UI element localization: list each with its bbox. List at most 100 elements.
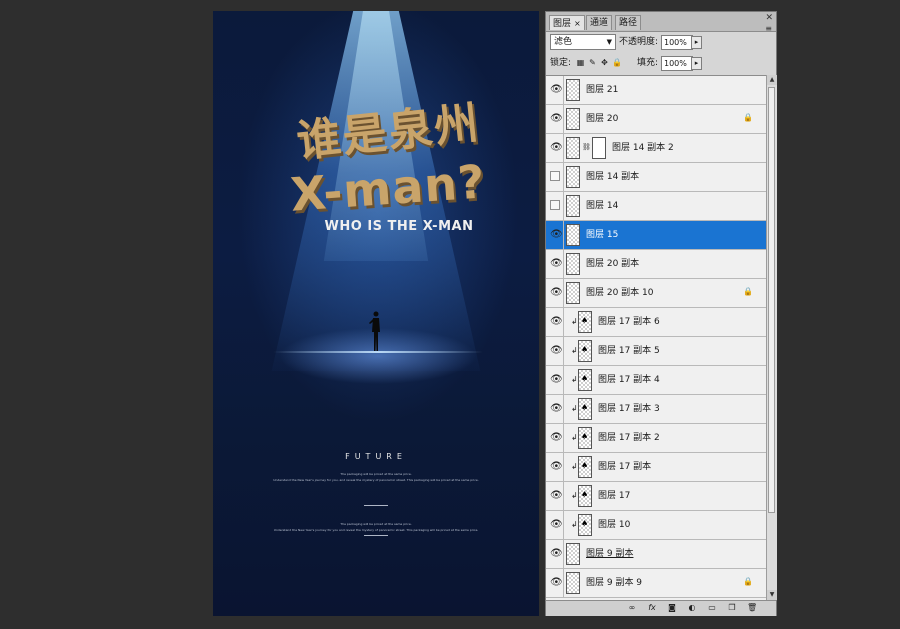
scroll-up-icon[interactable]: ▲ xyxy=(767,75,777,85)
visibility-toggle[interactable]: 👁 xyxy=(548,569,564,597)
tab-channels[interactable]: 通道 xyxy=(586,15,613,30)
visibility-toggle[interactable]: 👁 xyxy=(548,482,564,510)
layer-thumbnail[interactable]: ♠ xyxy=(578,427,592,449)
layer-row[interactable]: 图层 14 xyxy=(546,192,766,221)
layer-thumbnail[interactable]: ♠ xyxy=(578,485,592,507)
layer-row[interactable]: 👁 ↲ ♠ 图层 17 xyxy=(546,482,766,511)
layer-row[interactable]: 👁 图层 20 🔒 xyxy=(546,105,766,134)
layer-thumbnail[interactable] xyxy=(566,572,580,594)
layer-row[interactable]: 👁 图层 20 副本 xyxy=(546,250,766,279)
layer-thumbnail[interactable] xyxy=(566,543,580,565)
scrollbar-thumb[interactable] xyxy=(768,87,775,513)
layer-name[interactable]: 图层 20 xyxy=(586,113,618,125)
visibility-toggle[interactable] xyxy=(548,192,564,220)
layer-thumbnail[interactable]: ♠ xyxy=(578,398,592,420)
layer-name[interactable]: 图层 21 xyxy=(586,84,618,96)
scroll-down-icon[interactable]: ▼ xyxy=(767,590,777,600)
fx-icon[interactable]: fx xyxy=(647,603,657,613)
mask-link-icon[interactable]: ⛓ xyxy=(582,143,591,151)
layer-name[interactable]: 图层 17 副本 3 xyxy=(598,403,660,415)
layer-name[interactable]: 图层 17 副本 6 xyxy=(598,316,660,328)
adjustment-icon[interactable]: ◐ xyxy=(687,603,697,613)
layer-thumbnail[interactable] xyxy=(566,253,580,275)
layer-mask-thumbnail[interactable] xyxy=(592,137,606,159)
lock-position-icon[interactable]: ✥ xyxy=(600,58,609,67)
visibility-toggle[interactable]: 👁 xyxy=(548,453,564,481)
visibility-toggle[interactable]: 👁 xyxy=(548,424,564,452)
layer-name[interactable]: 图层 17 副本 4 xyxy=(598,374,660,386)
lock-pixels-icon[interactable]: ✎ xyxy=(588,58,597,67)
visibility-toggle[interactable] xyxy=(548,163,564,191)
tab-paths[interactable]: 路径 xyxy=(615,15,642,30)
layer-thumbnail[interactable]: ♠ xyxy=(578,340,592,362)
layer-thumbnail[interactable] xyxy=(566,224,580,246)
fill-slider-button[interactable]: ▸ xyxy=(691,57,702,70)
layer-thumbnail[interactable]: ♠ xyxy=(578,369,592,391)
layer-name[interactable]: 图层 10 xyxy=(598,519,630,531)
lock-transparent-icon[interactable]: ▦ xyxy=(576,58,585,67)
layer-thumbnail[interactable]: ♠ xyxy=(578,514,592,536)
layer-name[interactable]: 图层 20 副本 xyxy=(586,258,639,270)
visibility-toggle[interactable]: 👁 xyxy=(548,366,564,394)
layer-name[interactable]: 图层 9 副本 9 xyxy=(586,577,642,589)
layer-thumbnail[interactable] xyxy=(566,79,580,101)
layer-row[interactable]: 👁 图层 9 副本 xyxy=(546,540,766,569)
link-icon[interactable]: ∞ xyxy=(627,603,637,613)
visibility-toggle[interactable]: 👁 xyxy=(548,511,564,539)
new-layer-icon[interactable]: ❐ xyxy=(727,603,737,613)
layer-row[interactable]: 👁 ↲ ♠ 图层 17 副本 2 xyxy=(546,424,766,453)
layer-thumbnail[interactable]: ♠ xyxy=(578,311,592,333)
visibility-toggle[interactable]: 👁 xyxy=(548,134,564,162)
layer-name[interactable]: 图层 15 xyxy=(586,229,618,241)
layer-row[interactable]: 👁 ↲ ♠ 图层 17 副本 xyxy=(546,453,766,482)
trash-icon[interactable]: 🗑 xyxy=(747,603,757,613)
layer-thumbnail[interactable] xyxy=(566,137,580,159)
mask-icon[interactable]: ◙ xyxy=(667,603,677,613)
layer-name[interactable]: 图层 17 副本 5 xyxy=(598,345,660,357)
tab-close-icon[interactable]: × xyxy=(574,19,581,28)
layer-row[interactable]: 👁 ↲ ♠ 图层 17 副本 3 xyxy=(546,395,766,424)
opacity-slider-button[interactable]: ▸ xyxy=(691,36,702,49)
layer-name[interactable]: 图层 17 副本 xyxy=(598,461,651,473)
fill-input[interactable]: 100% xyxy=(661,56,693,71)
tab-layers[interactable]: 图层 × xyxy=(549,15,585,30)
layer-row[interactable]: 👁 ↲ ♠ 图层 17 副本 6 xyxy=(546,308,766,337)
visibility-toggle[interactable]: 👁 xyxy=(548,540,564,568)
layer-list-scrollbar[interactable]: ▲ ▼ xyxy=(766,75,777,600)
visibility-toggle[interactable]: 👁 xyxy=(548,279,564,307)
layer-row[interactable]: 👁 图层 21 xyxy=(546,76,766,105)
layer-row[interactable]: 👁 ↲ ♠ 图层 10 xyxy=(546,511,766,540)
layer-thumbnail[interactable] xyxy=(566,195,580,217)
layer-row[interactable]: 👁 图层 9 副本 9 🔒 xyxy=(546,569,766,598)
layer-name[interactable]: 图层 20 副本 10 xyxy=(586,287,654,299)
visibility-toggle[interactable]: 👁 xyxy=(548,395,564,423)
layer-row[interactable]: 👁 图层 15 xyxy=(546,221,766,250)
layer-row[interactable]: 👁 ⛓ 图层 14 副本 2 xyxy=(546,134,766,163)
document-canvas[interactable]: 谁是泉州 X-man? WHO IS THE X-MAN FUTURE The … xyxy=(213,11,539,616)
blend-mode-select[interactable]: 滤色 ▼ xyxy=(550,34,616,50)
panel-collapse-icon[interactable]: ✕ xyxy=(765,13,773,23)
visibility-toggle[interactable]: 👁 xyxy=(548,76,564,104)
lock-all-icon[interactable]: 🔒 xyxy=(612,58,622,67)
visibility-toggle[interactable]: 👁 xyxy=(548,308,564,336)
group-icon[interactable]: ▭ xyxy=(707,603,717,613)
layer-row[interactable]: 👁 ↲ ♠ 图层 17 副本 5 xyxy=(546,337,766,366)
layer-name[interactable]: 图层 17 副本 2 xyxy=(598,432,660,444)
layer-thumbnail[interactable] xyxy=(566,166,580,188)
opacity-input[interactable]: 100% xyxy=(661,35,693,50)
layer-row[interactable]: 👁 图层 20 副本 10 🔒 xyxy=(546,279,766,308)
layer-thumbnail[interactable]: ♠ xyxy=(578,456,592,478)
layer-name[interactable]: 图层 9 副本 xyxy=(586,548,633,560)
visibility-toggle[interactable]: 👁 xyxy=(548,221,564,249)
layer-name[interactable]: 图层 17 xyxy=(598,490,630,502)
layer-row[interactable]: 图层 14 副本 xyxy=(546,163,766,192)
layer-thumbnail[interactable] xyxy=(566,282,580,304)
visibility-toggle[interactable]: 👁 xyxy=(548,337,564,365)
layer-name[interactable]: 图层 14 副本 xyxy=(586,171,639,183)
visibility-toggle[interactable]: 👁 xyxy=(548,250,564,278)
layer-row[interactable]: 👁 ↲ ♠ 图层 17 副本 4 xyxy=(546,366,766,395)
layer-name[interactable]: 图层 14 副本 2 xyxy=(612,142,674,154)
layer-thumbnail[interactable] xyxy=(566,108,580,130)
visibility-toggle[interactable]: 👁 xyxy=(548,105,564,133)
layer-name[interactable]: 图层 14 xyxy=(586,200,618,212)
